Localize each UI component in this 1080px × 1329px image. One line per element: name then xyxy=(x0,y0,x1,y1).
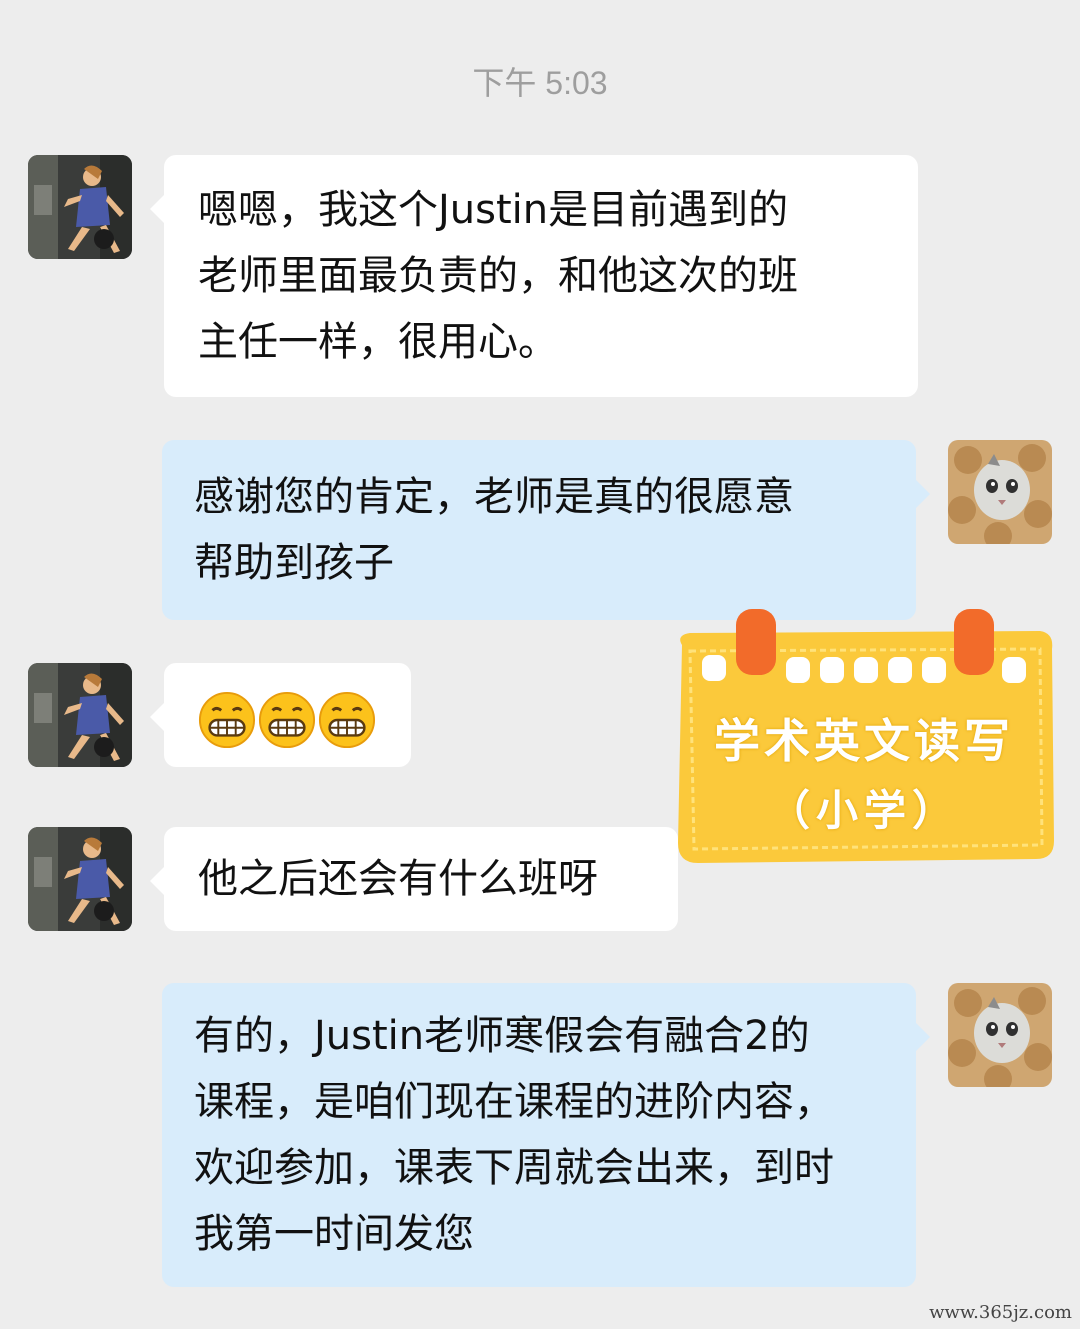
cat-avatar-icon xyxy=(948,440,1052,544)
message-bubble-incoming[interactable] xyxy=(150,663,411,767)
self-avatar[interactable] xyxy=(948,440,1052,544)
message-bubble-outgoing[interactable]: 感谢您的肯定，老师是真的很愿意 帮助到孩子 xyxy=(162,440,930,620)
contact-avatar[interactable] xyxy=(28,155,132,259)
contact-avatar[interactable] xyxy=(28,827,132,931)
contact-avatar[interactable] xyxy=(28,663,132,767)
message-bubble-incoming[interactable]: 他之后还会有什么班呀 xyxy=(150,827,678,931)
avatar-image-icon xyxy=(28,155,132,259)
message-line: 课程，是咱们现在课程的进阶内容， xyxy=(194,1079,834,1125)
message-line: 我第一时间发您 xyxy=(194,1211,474,1257)
message-bubble-incoming[interactable]: 嗯嗯，我这个Justin是目前遇到的 老师里面最负责的，和他这次的班 主任一样，… xyxy=(150,155,918,397)
grimacing-face-icon xyxy=(258,691,316,749)
message-line: 有的，Justin老师寒假会有融合2的 xyxy=(194,1013,810,1059)
message-timestamp: 下午 5:03 xyxy=(472,65,608,101)
message-line: 老师里面最负责的，和他这次的班 xyxy=(198,253,798,299)
message-bubble-outgoing[interactable]: 有的，Justin老师寒假会有融合2的 课程，是咱们现在课程的进阶内容， 欢迎参… xyxy=(162,983,930,1287)
message-line: 帮助到孩子 xyxy=(194,540,394,586)
sticker-subtitle: （小学） xyxy=(767,786,960,835)
avatar-image-icon xyxy=(28,827,132,931)
self-avatar[interactable] xyxy=(948,983,1052,1087)
watermark: www.365jz.com xyxy=(929,1302,1072,1323)
grimacing-face-icon xyxy=(318,691,376,749)
message-line: 主任一样，很用心。 xyxy=(198,319,558,365)
avatar-image-icon xyxy=(28,663,132,767)
calendar-sticker: 学术英文读写 （小学） xyxy=(668,605,1060,870)
cat-avatar-icon xyxy=(948,983,1052,1087)
grimacing-face-icon xyxy=(198,691,256,749)
message-line: 欢迎参加，课表下周就会出来，到时 xyxy=(194,1145,834,1191)
message-line: 嗯嗯，我这个Justin是目前遇到的 xyxy=(198,187,789,233)
sticker-title: 学术英文读写 xyxy=(714,714,1014,768)
message-line: 他之后还会有什么班呀 xyxy=(198,856,598,902)
message-line: 感谢您的肯定，老师是真的很愿意 xyxy=(194,474,794,520)
